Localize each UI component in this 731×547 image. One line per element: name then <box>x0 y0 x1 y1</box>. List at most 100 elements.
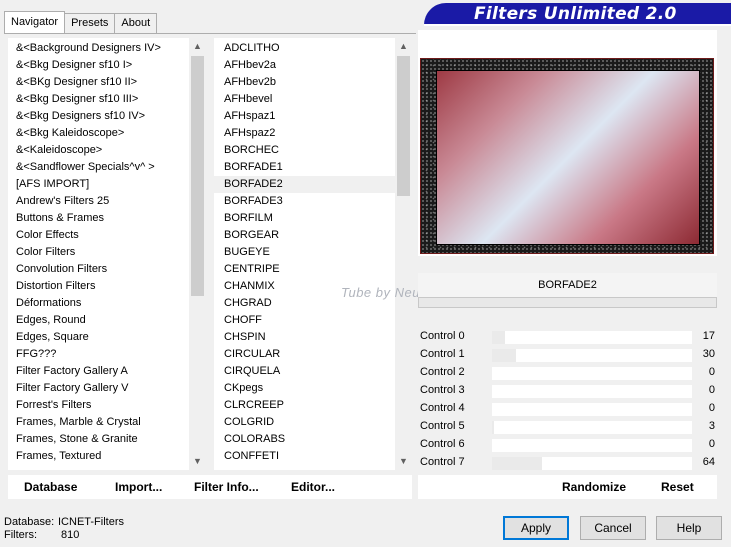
category-list-item[interactable]: Filter Factory Gallery A <box>8 363 189 380</box>
filter-list-item[interactable]: BORCHEC <box>214 142 395 159</box>
database-value: ICNET-Filters <box>58 516 124 528</box>
control-slider[interactable] <box>492 367 692 380</box>
category-list-item[interactable]: &<Bkg Designers sf10 IV> <box>8 108 189 125</box>
scroll-down-icon[interactable]: ▼ <box>189 453 206 470</box>
tab-presets[interactable]: Presets <box>64 13 116 33</box>
filter-list-item[interactable]: COLGRID <box>214 414 395 431</box>
filter-progress-track <box>418 297 717 308</box>
category-list-item[interactable]: &<Sandflower Specials^v^ > <box>8 159 189 176</box>
filter-list-items: ADCLITHO AFHbev2a AFHbev2b AFHbevel AFHspaz1… <box>214 40 395 465</box>
filter-scroll-thumb[interactable] <box>397 56 410 196</box>
filter-list-item[interactable]: CKpegs <box>214 380 395 397</box>
control-label: Control 6 <box>420 438 465 450</box>
control-value: 0 <box>708 384 715 396</box>
tab-about[interactable]: About <box>114 13 158 33</box>
database-button[interactable]: Database <box>24 480 77 494</box>
filter-list-item[interactable]: ADCLITHO <box>214 40 395 57</box>
randomize-button[interactable]: Randomize <box>562 480 626 494</box>
category-list-item[interactable]: Edges, Square <box>8 329 189 346</box>
category-list-item[interactable]: Buttons & Frames <box>8 210 189 227</box>
editor-button[interactable]: Editor... <box>291 480 335 494</box>
control-value: 0 <box>708 438 715 450</box>
filter-list-item[interactable]: CHSPIN <box>214 329 395 346</box>
current-filter-name: BORFADE2 <box>418 273 717 297</box>
filter-list-item[interactable]: CONFFETI <box>214 448 395 465</box>
filter-list-item[interactable]: BORFADE3 <box>214 193 395 210</box>
category-list-item[interactable]: &<Kaleidoscope> <box>8 142 189 159</box>
cancel-button[interactable]: Cancel <box>580 516 646 540</box>
category-list-item[interactable]: Convolution Filters <box>8 261 189 278</box>
filter-scrollbar[interactable]: ▲ ▼ <box>395 38 412 470</box>
category-list-item[interactable]: &<Background Designers IV> <box>8 40 189 57</box>
control-slider[interactable] <box>492 349 692 362</box>
tab-navigator[interactable]: Navigator <box>4 11 66 33</box>
filter-list-item[interactable]: CIRCULAR <box>214 346 395 363</box>
category-list-item[interactable]: Andrew's Filters 25 <box>8 193 189 210</box>
category-list[interactable]: &<Background Designers IV> &<Bkg Designer… <box>8 38 206 470</box>
category-list-item[interactable]: Frames, Marble & Crystal <box>8 414 189 431</box>
filter-list-item[interactable]: BORFILM <box>214 210 395 227</box>
category-list-item[interactable]: Forrest's Filters <box>8 397 189 414</box>
control-slider[interactable] <box>492 331 692 344</box>
filter-list-item[interactable]: CLRCREEP <box>214 397 395 414</box>
filter-list-item[interactable]: BORGEAR <box>214 227 395 244</box>
control-row: Control 3 0 <box>418 382 717 400</box>
scroll-down-icon[interactable]: ▼ <box>395 453 412 470</box>
control-slider[interactable] <box>492 403 692 416</box>
category-list-item[interactable]: Frames, Stone & Granite <box>8 431 189 448</box>
filter-list-item[interactable]: AFHbev2b <box>214 74 395 91</box>
filter-list[interactable]: ADCLITHO AFHbev2a AFHbev2b AFHbevel AFHspaz1… <box>214 38 412 470</box>
control-list: Control 0 17 Control 1 30 Control 2 0 Control … <box>418 328 717 472</box>
category-list-item[interactable]: FFG??? <box>8 346 189 363</box>
category-list-item[interactable]: Filter Factory Gallery V <box>8 380 189 397</box>
control-label: Control 2 <box>420 366 465 378</box>
filter-list-item[interactable]: BUGEYE <box>214 244 395 261</box>
filter-list-item[interactable]: AFHbevel <box>214 91 395 108</box>
category-scroll-thumb[interactable] <box>191 56 204 296</box>
category-list-item[interactable]: &<Bkg Designer sf10 III> <box>8 91 189 108</box>
control-slider[interactable] <box>492 457 692 470</box>
category-list-item[interactable]: Distortion Filters <box>8 278 189 295</box>
filter-list-item[interactable]: BORFADE1 <box>214 159 395 176</box>
scroll-up-icon[interactable]: ▲ <box>395 38 412 55</box>
scroll-up-icon[interactable]: ▲ <box>189 38 206 55</box>
control-row: Control 1 30 <box>418 346 717 364</box>
filters-value: 810 <box>61 529 80 541</box>
category-list-item[interactable]: [AFS IMPORT] <box>8 176 189 193</box>
reset-button[interactable]: Reset <box>661 480 694 494</box>
filter-list-item[interactable]: CHOFF <box>214 312 395 329</box>
control-row: Control 4 0 <box>418 400 717 418</box>
control-slider[interactable] <box>492 385 692 398</box>
category-list-item[interactable]: Color Effects <box>8 227 189 244</box>
category-list-item[interactable]: Déformations <box>8 295 189 312</box>
control-slider[interactable] <box>492 421 692 434</box>
tab-panel-border <box>4 33 416 34</box>
filter-list-item[interactable]: CIRQUELA <box>214 363 395 380</box>
filter-list-item[interactable]: COLORABS <box>214 431 395 448</box>
filter-info-button[interactable]: Filter Info... <box>194 480 259 494</box>
control-row: Control 6 0 <box>418 436 717 454</box>
help-button[interactable]: Help <box>656 516 722 540</box>
category-list-item[interactable]: &<Bkg Kaleidoscope> <box>8 125 189 142</box>
control-label: Control 0 <box>420 330 465 342</box>
filter-list-item[interactable]: AFHspaz1 <box>214 108 395 125</box>
filter-list-item[interactable]: AFHbev2a <box>214 57 395 74</box>
category-list-item[interactable]: &<BKg Designer sf10 II> <box>8 74 189 91</box>
control-value: 3 <box>708 420 715 432</box>
control-row: Control 0 17 <box>418 328 717 346</box>
category-list-item[interactable]: Edges, Round <box>8 312 189 329</box>
filter-list-item[interactable]: CENTRIPE <box>214 261 395 278</box>
control-value: 0 <box>708 402 715 414</box>
category-list-item[interactable]: Color Filters <box>8 244 189 261</box>
category-scrollbar[interactable]: ▲ ▼ <box>189 38 206 470</box>
control-value: 0 <box>708 366 715 378</box>
import-button[interactable]: Import... <box>115 480 162 494</box>
filter-list-item[interactable]: BORFADE2 <box>214 176 395 193</box>
filters-label: Filters: <box>4 529 37 541</box>
category-list-item[interactable]: &<Bkg Designer sf10 I> <box>8 57 189 74</box>
category-list-item[interactable]: Frames, Textured <box>8 448 189 465</box>
apply-button[interactable]: Apply <box>503 516 569 540</box>
control-slider[interactable] <box>492 439 692 452</box>
control-label: Control 3 <box>420 384 465 396</box>
filter-list-item[interactable]: AFHspaz2 <box>214 125 395 142</box>
